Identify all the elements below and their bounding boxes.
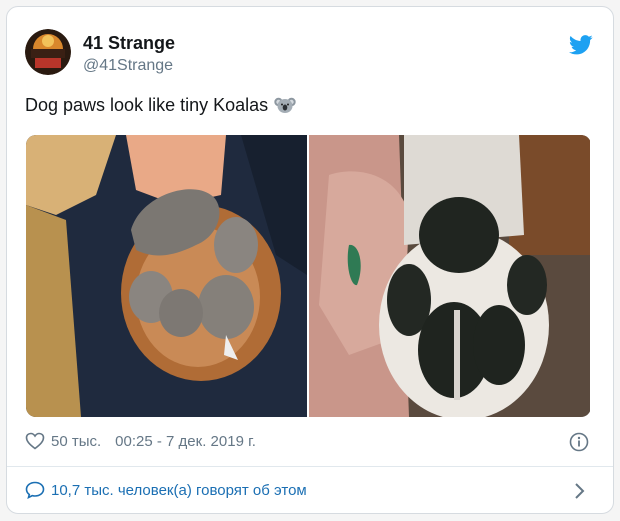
tweet-text: Dog paws look like tiny Koalas [25, 95, 296, 119]
divider [7, 466, 613, 467]
speech-bubble-icon [25, 481, 45, 500]
koala-emoji-icon [274, 97, 296, 118]
chevron-right-icon[interactable] [573, 482, 587, 500]
tweet-media[interactable] [26, 135, 591, 417]
author-name[interactable]: 41 Strange [83, 33, 175, 54]
tweet-meta: 50 тыс. 00:25 - 7 дек. 2019 г. [25, 432, 256, 450]
like-count[interactable]: 50 тыс. [51, 433, 101, 450]
tweet-card: 41 Strange @41Strange Dog paws look like… [6, 6, 614, 514]
tweet-timestamp[interactable]: 00:25 - 7 дек. 2019 г. [115, 433, 256, 450]
twitter-bird-icon[interactable] [568, 35, 593, 55]
author-avatar[interactable] [25, 29, 71, 75]
right-paw-photo[interactable] [309, 135, 590, 417]
author-handle[interactable]: @41Strange [83, 57, 173, 75]
conversation-link[interactable]: 10,7 тыс. человек(а) говорят об этом [25, 481, 307, 500]
people-talking-text[interactable]: 10,7 тыс. человек(а) говорят об этом [51, 482, 307, 499]
left-paw-photo[interactable] [26, 135, 307, 417]
heart-icon[interactable] [25, 432, 45, 450]
tweet-body: Dog paws look like tiny Koalas [25, 95, 269, 115]
info-icon[interactable] [569, 432, 589, 452]
